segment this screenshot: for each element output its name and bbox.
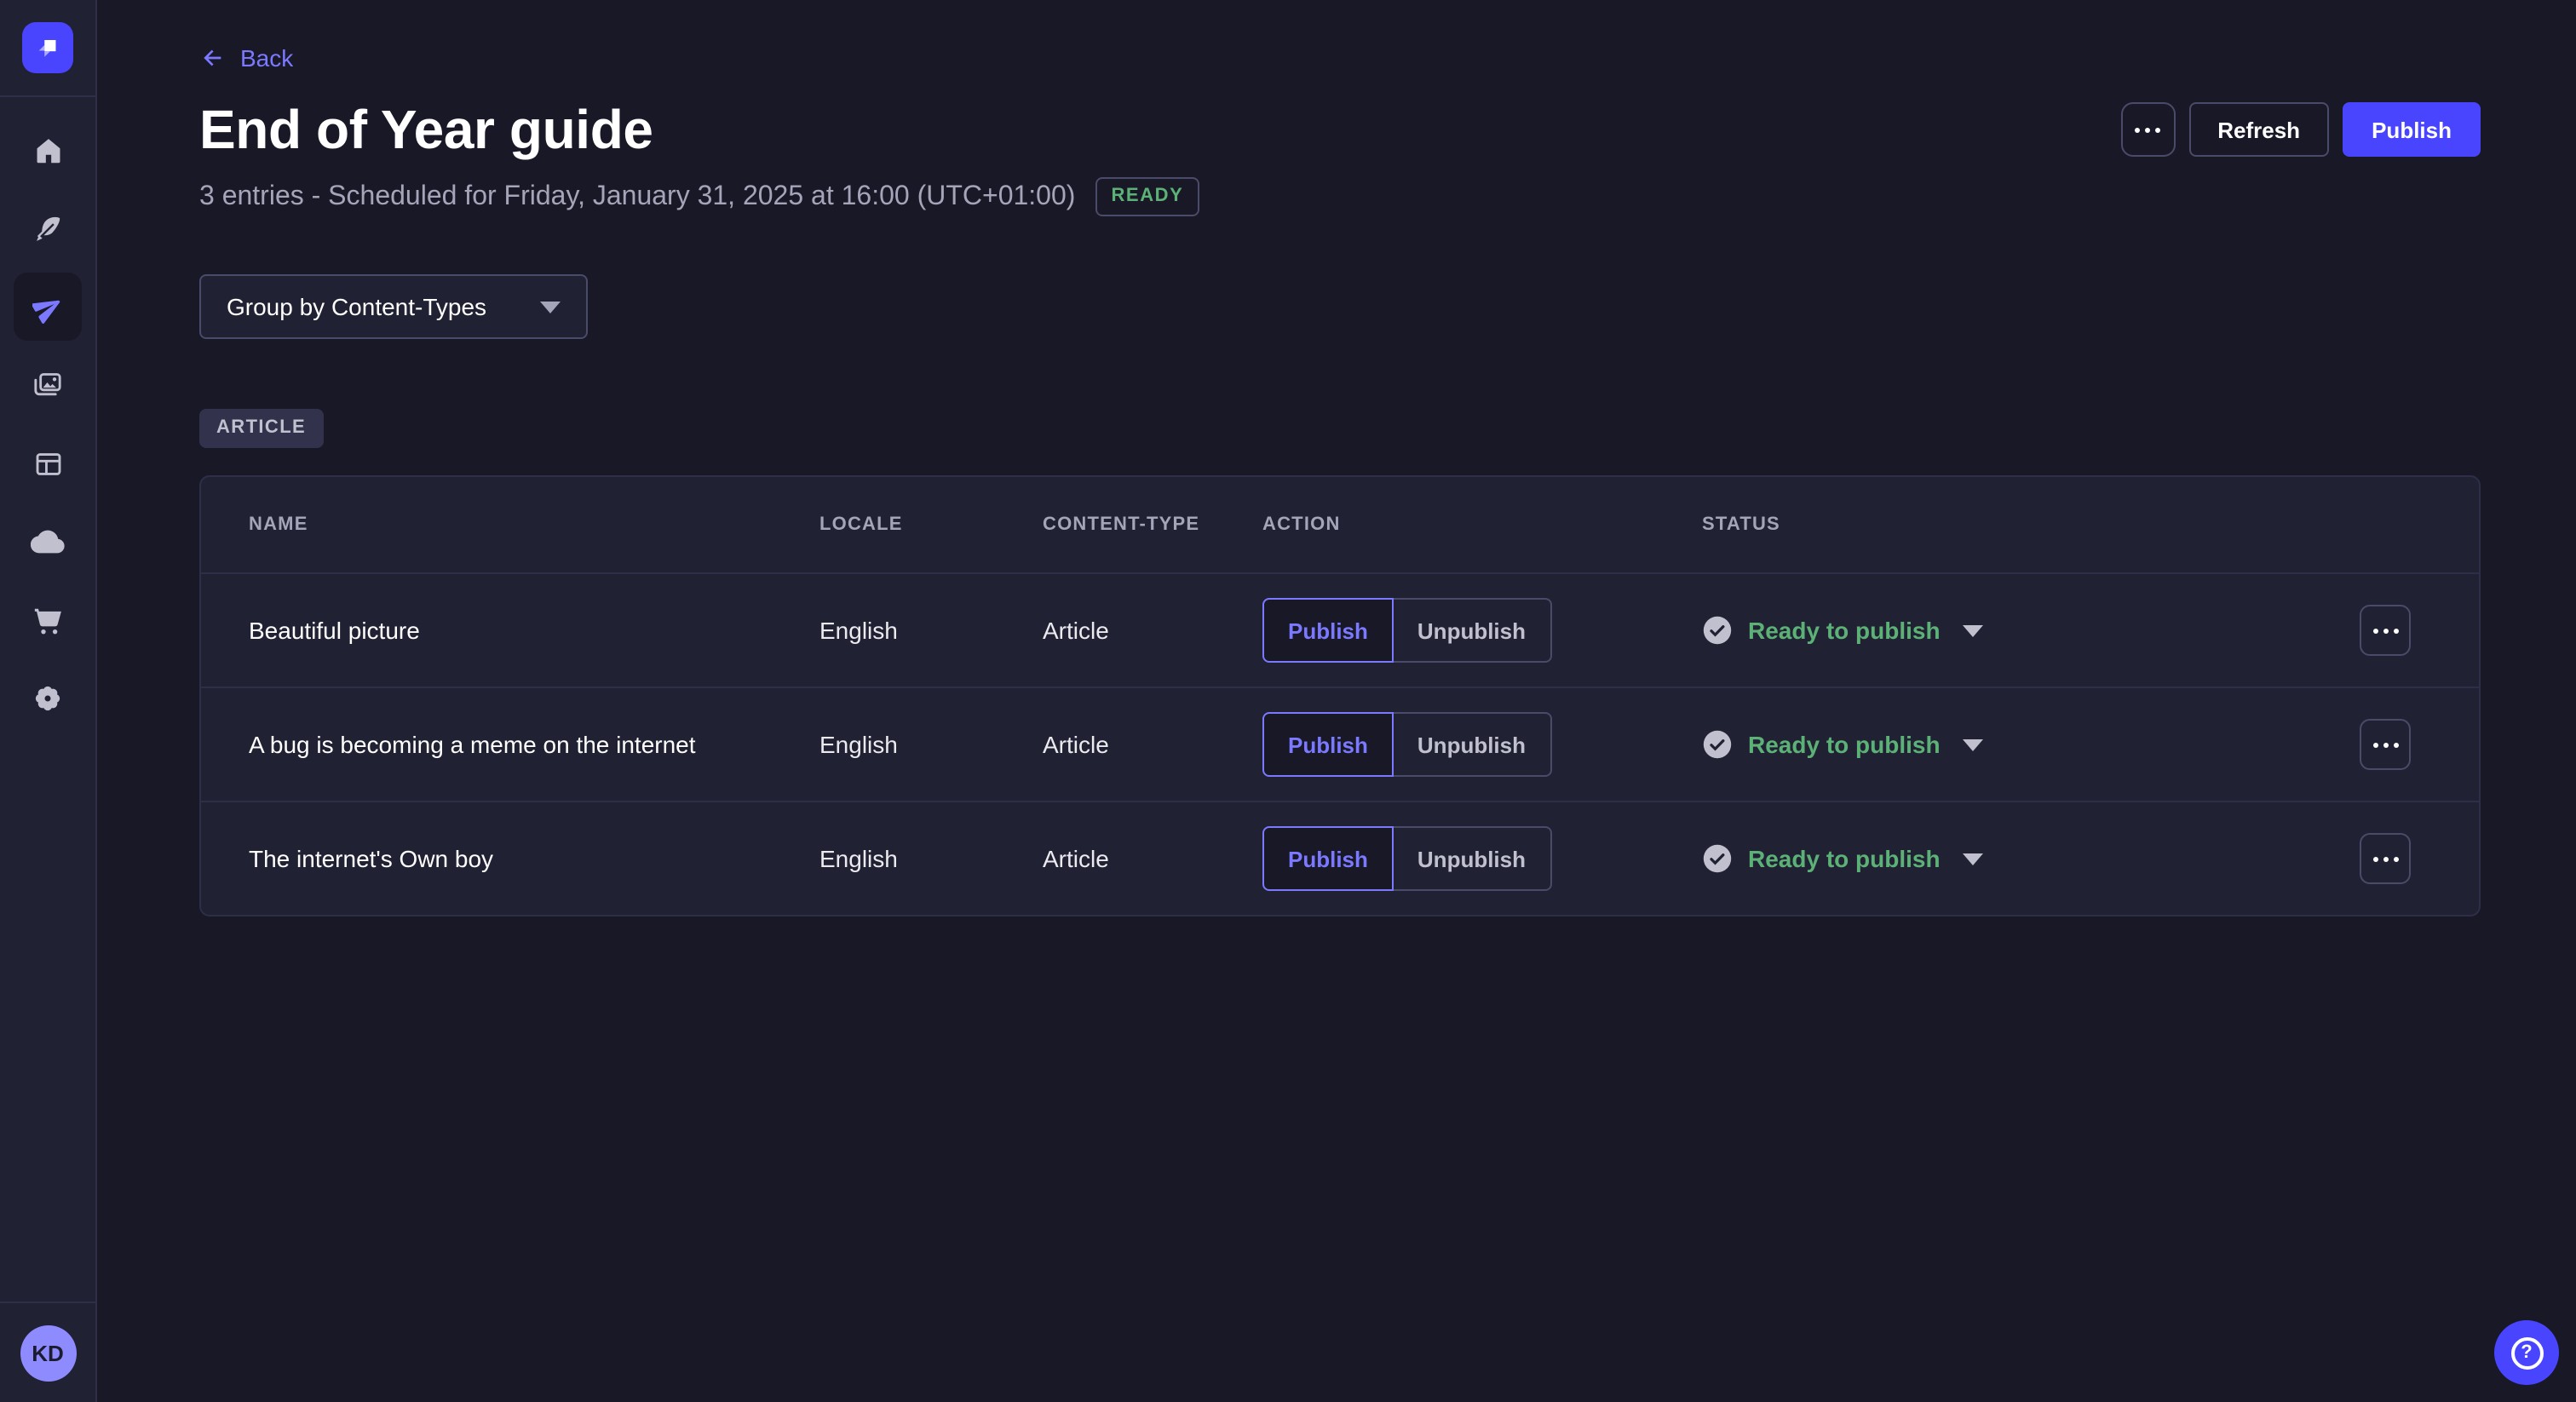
main-content: Back End of Year guide 3 entries - Sched… — [97, 0, 2576, 1402]
content-type-group-badge: ARTICLE — [199, 409, 323, 448]
sidebar: KD — [0, 0, 97, 1402]
entry-status-label: Ready to publish — [1748, 731, 1941, 758]
table-header-row: NAME LOCALE CONTENT-TYPE ACTION STATUS — [201, 477, 2479, 572]
entry-status-dropdown[interactable]: Ready to publish — [1702, 615, 1983, 646]
chevron-down-icon — [1963, 853, 1983, 865]
question-mark-icon: ? — [2510, 1336, 2543, 1369]
group-by-label: Group by Content-Types — [227, 293, 486, 320]
group-by-dropdown[interactable]: Group by Content-Types — [199, 274, 588, 339]
sidebar-item-content-manager[interactable] — [14, 194, 82, 262]
entries-table-card: NAME LOCALE CONTENT-TYPE ACTION STATUS B… — [199, 475, 2481, 916]
release-schedule-text: 3 entries - Scheduled for Friday, Januar… — [199, 181, 1075, 212]
app-window: KD Back End of Year guide 3 entries - Sc… — [0, 0, 2576, 1402]
help-button[interactable]: ? — [2494, 1320, 2559, 1385]
entry-status-label: Ready to publish — [1748, 617, 1941, 644]
entry-locale: English — [819, 731, 1043, 758]
sidebar-footer: KD — [0, 1301, 95, 1402]
row-more-button[interactable] — [2360, 719, 2411, 770]
row-more-button[interactable] — [2360, 605, 2411, 656]
entry-name: A bug is becoming a meme on the internet — [249, 731, 819, 758]
sidebar-item-home[interactable] — [14, 116, 82, 184]
sidebar-item-deploy[interactable] — [14, 508, 82, 576]
more-horizontal-icon — [2372, 628, 2398, 633]
sidebar-item-content-type-builder[interactable] — [14, 429, 82, 497]
column-header-content-type: CONTENT-TYPE — [1043, 514, 1262, 535]
sidebar-nav — [14, 116, 82, 733]
check-circle-icon — [1702, 615, 1733, 646]
sidebar-item-marketplace[interactable] — [14, 586, 82, 654]
entry-content-type: Article — [1043, 617, 1262, 644]
entry-content-type: Article — [1043, 731, 1262, 758]
row-unpublish-button[interactable]: Unpublish — [1394, 712, 1551, 777]
entry-locale: English — [819, 845, 1043, 872]
sidebar-item-releases[interactable] — [14, 273, 82, 341]
header-actions: Refresh Publish — [2120, 102, 2481, 157]
check-circle-icon — [1702, 843, 1733, 874]
entry-status-dropdown[interactable]: Ready to publish — [1702, 843, 1983, 874]
row-unpublish-button[interactable]: Unpublish — [1394, 826, 1551, 891]
column-header-action: ACTION — [1262, 514, 1702, 535]
more-horizontal-icon — [2135, 127, 2160, 132]
status-badge: READY — [1095, 177, 1199, 216]
row-unpublish-button[interactable]: Unpublish — [1394, 598, 1551, 663]
back-link[interactable]: Back — [199, 44, 293, 72]
refresh-button[interactable]: Refresh — [2188, 102, 2329, 157]
entry-status-dropdown[interactable]: Ready to publish — [1702, 729, 1983, 760]
entry-name: The internet's Own boy — [249, 845, 819, 872]
gear-icon — [31, 681, 65, 715]
back-label: Back — [240, 44, 293, 72]
row-publish-button[interactable]: Publish — [1262, 712, 1394, 777]
images-icon — [31, 368, 65, 402]
release-more-button[interactable] — [2120, 102, 2175, 157]
sidebar-item-settings[interactable] — [14, 664, 82, 733]
cloud-icon — [31, 525, 65, 559]
table-row: A bug is becoming a meme on the internet… — [201, 687, 2479, 801]
chevron-down-icon — [1963, 624, 1983, 636]
action-segment: Publish Unpublish — [1262, 826, 1551, 891]
action-segment: Publish Unpublish — [1262, 598, 1551, 663]
column-header-locale: LOCALE — [819, 514, 1043, 535]
subtitle-row: 3 entries - Scheduled for Friday, Januar… — [199, 177, 2481, 216]
chevron-down-icon — [540, 301, 561, 313]
table-row: The internet's Own boy English Article P… — [201, 801, 2479, 915]
layout-icon — [32, 447, 64, 480]
publish-release-button[interactable]: Publish — [2343, 102, 2481, 157]
logo-container — [0, 0, 95, 97]
feather-icon — [32, 212, 64, 244]
row-publish-button[interactable]: Publish — [1262, 826, 1394, 891]
entry-name: Beautiful picture — [249, 617, 819, 644]
entry-locale: English — [819, 617, 1043, 644]
column-header-name: NAME — [249, 514, 819, 535]
strapi-logo-icon — [32, 32, 63, 63]
chevron-down-icon — [1963, 738, 1983, 750]
back-arrow-icon — [199, 44, 227, 72]
table-row: Beautiful picture English Article Publis… — [201, 572, 2479, 687]
more-horizontal-icon — [2372, 742, 2398, 747]
home-icon — [32, 134, 64, 166]
paper-plane-icon — [32, 290, 64, 323]
column-header-status: STATUS — [1702, 514, 2360, 535]
row-more-button[interactable] — [2360, 833, 2411, 884]
row-publish-button[interactable]: Publish — [1262, 598, 1394, 663]
check-circle-icon — [1702, 729, 1733, 760]
more-horizontal-icon — [2372, 856, 2398, 861]
avatar[interactable]: KD — [20, 1325, 76, 1382]
strapi-logo — [22, 22, 73, 73]
action-segment: Publish Unpublish — [1262, 712, 1551, 777]
cart-icon — [32, 604, 64, 636]
sidebar-item-media-library[interactable] — [14, 351, 82, 419]
entry-status-label: Ready to publish — [1748, 845, 1941, 872]
entry-content-type: Article — [1043, 845, 1262, 872]
